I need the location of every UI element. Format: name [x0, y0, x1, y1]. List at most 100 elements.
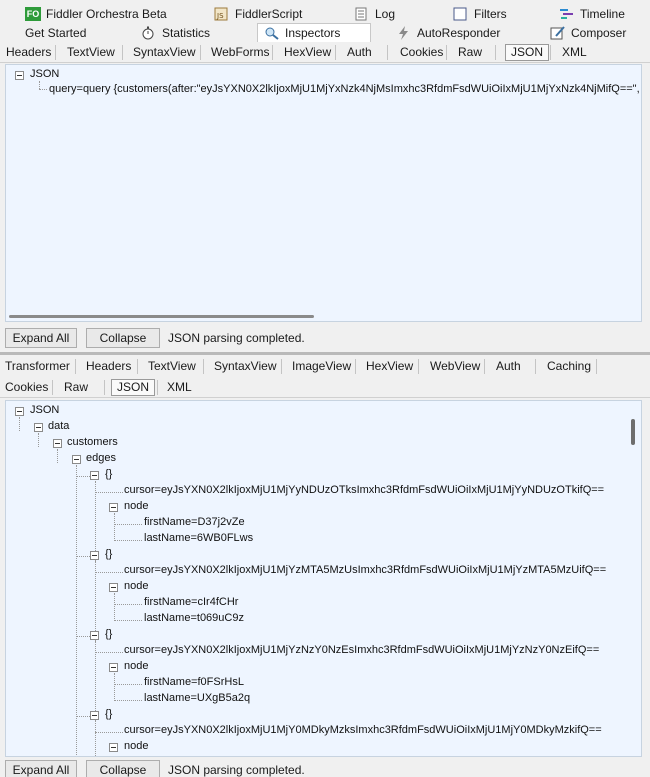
req-tab-textview[interactable]: TextView [67, 42, 115, 63]
fiddler-orchestra-icon: FO [25, 6, 41, 21]
resp-tab-imageview[interactable]: ImageView [292, 356, 351, 377]
resp-tab-cookies[interactable]: Cookies [5, 377, 48, 398]
request-json-tree[interactable]: JSON query=query {customers(after:"eyJsY… [5, 64, 642, 322]
resp-tab-syntaxview[interactable]: SyntaxView [214, 356, 276, 377]
tree-node-cursor[interactable]: cursor=eyJsYXN0X2lkIjoxMjU1MjYzNzY0NzEsI… [124, 644, 599, 656]
request-inspector-tabs: Headers TextView SyntaxView WebForms Hex… [0, 42, 650, 63]
tree-node-root[interactable]: JSON [30, 68, 59, 80]
req-tab-headers[interactable]: Headers [6, 42, 51, 63]
collapse-toggle-icon[interactable] [109, 583, 118, 592]
parse-status: JSON parsing completed. [168, 331, 305, 345]
expand-all-button[interactable]: Expand All [5, 328, 77, 348]
collapse-toggle-icon[interactable] [90, 471, 99, 480]
req-tab-raw[interactable]: Raw [458, 42, 482, 63]
collapse-button[interactable]: Collapse [86, 760, 160, 777]
req-tab-xml[interactable]: XML [562, 42, 587, 63]
resp-tab-headers[interactable]: Headers [86, 356, 131, 377]
collapse-toggle-icon[interactable] [90, 631, 99, 640]
tab-label: Log [375, 6, 396, 21]
log-icon [354, 7, 370, 21]
collapse-toggle-icon[interactable] [109, 663, 118, 672]
tab-filters[interactable]: Filters [453, 4, 507, 23]
tree-node-cursor[interactable]: cursor=eyJsYXN0X2lkIjoxMjU1MjYzMTA5MzUsI… [124, 564, 606, 576]
tree-node-root[interactable]: JSON [30, 404, 59, 416]
req-tab-json[interactable]: JSON [505, 44, 550, 61]
tab-label: Composer [571, 25, 627, 40]
collapse-toggle-icon[interactable] [53, 439, 62, 448]
resp-tab-transformer[interactable]: Transformer [5, 356, 70, 377]
vertical-scrollbar[interactable] [628, 401, 641, 756]
collapse-toggle-icon[interactable] [90, 711, 99, 720]
tree-node-cursor[interactable]: cursor=eyJsYXN0X2lkIjoxMjU1MjY0MDkyMzksI… [124, 724, 602, 736]
tree-node-query[interactable]: query=query {customers(after:"eyJsYXN0X2… [49, 83, 641, 95]
tree-node-firstname[interactable]: firstName=D37j2vZe [144, 516, 245, 528]
tab-statistics[interactable]: Statistics [141, 23, 210, 42]
tree-node-customers[interactable]: customers [67, 436, 118, 448]
pane-splitter[interactable] [0, 352, 650, 355]
tree-node-lastname[interactable]: lastName=UXgB5a2q [144, 692, 250, 704]
response-inspector-tabs-row1: Transformer Headers TextView SyntaxView … [0, 356, 650, 377]
tree-node-node[interactable]: node [124, 660, 148, 672]
tab-get-started[interactable]: Get Started [25, 23, 86, 42]
tree-node-object[interactable]: {} [105, 628, 112, 640]
collapse-toggle-icon[interactable] [72, 455, 81, 464]
collapse-toggle-icon[interactable] [109, 743, 118, 752]
tab-label: Filters [474, 6, 507, 21]
tree-node-node[interactable]: node [124, 740, 148, 752]
tree-node-firstname[interactable]: firstName=cIr4fCHr [144, 596, 238, 608]
collapse-button[interactable]: Collapse [86, 328, 160, 348]
tab-timeline[interactable]: Timeline [559, 4, 625, 23]
tab-fiddlerscript[interactable]: JS FiddlerScript [214, 4, 302, 23]
req-tab-syntaxview[interactable]: SyntaxView [133, 42, 195, 63]
req-tab-auth[interactable]: Auth [347, 42, 372, 63]
resp-tab-caching[interactable]: Caching [547, 356, 591, 377]
tree-node-object[interactable]: {} [105, 708, 112, 720]
response-json-tree[interactable]: JSON data customers edges {} cursor=eyJs… [5, 400, 642, 757]
horizontal-scrollbar[interactable] [6, 311, 641, 321]
tab-fiddler-orchestra[interactable]: FO Fiddler Orchestra Beta [25, 4, 167, 23]
tree-node-data[interactable]: data [48, 420, 69, 432]
tab-autoresponder[interactable]: AutoResponder [396, 23, 500, 42]
parse-status: JSON parsing completed. [168, 763, 305, 777]
collapse-toggle-icon[interactable] [90, 551, 99, 560]
tab-label: Inspectors [285, 26, 341, 40]
tab-composer[interactable]: Composer [550, 23, 626, 42]
resp-tab-xml[interactable]: XML [167, 377, 192, 398]
expand-all-button[interactable]: Expand All [5, 760, 77, 777]
collapse-toggle-icon[interactable] [15, 71, 24, 80]
fiddlerscript-icon: JS [214, 7, 230, 21]
tree-node-lastname[interactable]: lastName=t069uC9z [144, 612, 244, 624]
tree-node-node[interactable]: node [124, 580, 148, 592]
resp-tab-webview[interactable]: WebView [430, 356, 480, 377]
tab-log[interactable]: Log [354, 4, 395, 23]
req-tab-cookies[interactable]: Cookies [400, 42, 443, 63]
scrollbar-thumb[interactable] [9, 315, 314, 318]
tab-label: FiddlerScript [235, 6, 303, 21]
collapse-toggle-icon[interactable] [34, 423, 43, 432]
resp-tab-hexview[interactable]: HexView [366, 356, 413, 377]
top-tab-row-2: Get Started Statistics Inspectors AutoRe… [0, 23, 650, 42]
tab-label: Get Started [25, 25, 87, 40]
tree-node-firstname[interactable]: firstName=f0FSrHsL [144, 676, 244, 688]
tab-label: Fiddler Orchestra Beta [46, 6, 167, 21]
tree-node-edges[interactable]: edges [86, 452, 116, 464]
tree-node-object[interactable]: {} [105, 548, 112, 560]
req-tab-hexview[interactable]: HexView [284, 42, 331, 63]
resp-tab-textview[interactable]: TextView [148, 356, 196, 377]
tree-node-cursor[interactable]: cursor=eyJsYXN0X2lkIjoxMjU1MjYyNDUzOTksI… [124, 484, 604, 496]
stopwatch-icon [141, 26, 157, 40]
resp-tab-json[interactable]: JSON [111, 379, 156, 396]
collapse-toggle-icon[interactable] [109, 503, 118, 512]
tree-node-node[interactable]: node [124, 500, 148, 512]
tree-node-lastname[interactable]: lastName=6WB0FLws [144, 532, 253, 544]
scrollbar-thumb[interactable] [631, 419, 635, 445]
timeline-icon [559, 7, 575, 21]
resp-tab-auth[interactable]: Auth [496, 356, 521, 377]
tab-label: Statistics [162, 25, 211, 40]
filters-checkbox[interactable] [453, 7, 469, 21]
tree-node-object[interactable]: {} [105, 468, 112, 480]
collapse-toggle-icon[interactable] [15, 407, 24, 416]
tab-inspectors[interactable]: Inspectors [257, 23, 372, 42]
resp-tab-raw[interactable]: Raw [64, 377, 88, 398]
req-tab-webforms[interactable]: WebForms [211, 42, 269, 63]
